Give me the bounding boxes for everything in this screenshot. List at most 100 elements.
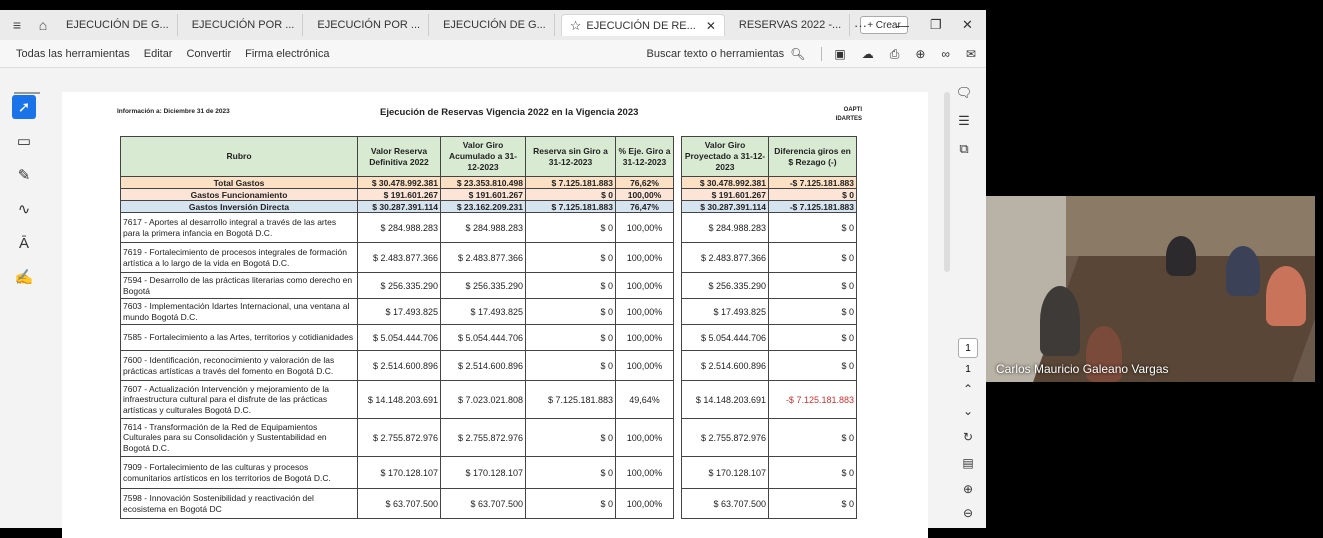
search-zoom-icon[interactable]: ⊕ [915, 47, 925, 61]
table-cell: 7619 - Fortalecimiento de procesos integ… [120, 242, 358, 273]
table-cell: $ 7.125.181.883 [525, 380, 616, 419]
table-row: 7617 - Aportes al desarrollo integral a … [120, 212, 857, 243]
table-row: 7598 - Innovación Sostenibilidad y react… [120, 488, 857, 519]
table-header-row: Rubro Valor Reserva Definitiva 2022 Valo… [120, 136, 857, 177]
table-cell: $ 0 [768, 488, 857, 519]
menu-e-sign[interactable]: Firma electrónica [245, 48, 329, 60]
col-header-diferencia: Diferencia giros en $ Rezago (-) [768, 136, 857, 177]
menu-all-tools[interactable]: Todas las herramientas [16, 48, 130, 60]
tab-3[interactable]: EJECUCIÓN POR ... [309, 14, 430, 36]
star-icon[interactable]: ☆ [570, 18, 582, 34]
menu-convert[interactable]: Convertir [186, 48, 231, 60]
tab-label: EJECUCIÓN POR ... [191, 19, 295, 31]
menu-edit[interactable]: Editar [144, 48, 173, 60]
vertical-scrollbar[interactable] [944, 92, 950, 272]
mail-icon[interactable]: ✉ [966, 47, 976, 61]
table-row: 7614 - Transformación de la Red de Equip… [120, 418, 857, 457]
page-down-icon[interactable]: ⌄ [958, 404, 978, 418]
cell: 76,47% [615, 200, 674, 213]
participant-silhouette [1040, 286, 1080, 356]
table-cell: 49,64% [615, 380, 674, 419]
cell: $ 191.601.267 [681, 188, 769, 201]
more-options-icon[interactable]: ··· [854, 10, 867, 40]
save-icon[interactable]: ▣ [834, 47, 845, 61]
tab-1[interactable]: EJECUCIÓN DE G... [58, 14, 178, 36]
menu-icon[interactable]: ≡ [8, 16, 26, 34]
link-icon[interactable]: ∞ [941, 47, 950, 61]
cell: $ 23.162.209.231 [440, 200, 526, 213]
table-cell: 7909 - Fortalecimiento de las culturas y… [120, 456, 358, 489]
screen: ≡ ⌂ EJECUCIÓN DE G... EJECUCIÓN POR ... … [0, 0, 1323, 538]
table-cell: 100,00% [615, 298, 674, 325]
cell-gap [673, 380, 682, 419]
table-cell: 100,00% [615, 456, 674, 489]
copy-pages-icon[interactable]: ⧉ [953, 138, 975, 160]
tab-4[interactable]: EJECUCIÓN DE G... [435, 14, 555, 36]
zoom-in-icon[interactable]: ⊕ [958, 482, 978, 496]
bookmarks-icon[interactable]: ☰ [953, 110, 975, 132]
table-cell: $ 2.514.600.896 [681, 350, 769, 381]
highlight-pen-icon[interactable]: ✎ [12, 163, 36, 187]
page-up-icon[interactable]: ⌃ [958, 382, 978, 396]
table-cell: $ 0 [768, 324, 857, 351]
signature-icon[interactable]: ✍ [12, 265, 36, 289]
table-cell: $ 0 [525, 324, 616, 351]
cell: $ 30.478.992.381 [357, 176, 441, 189]
tab-2[interactable]: EJECUCIÓN POR ... [184, 14, 304, 36]
col-header-pct: % Eje. Giro a 31-12-2023 [615, 136, 674, 177]
cell: Gastos Inversión Directa [120, 200, 358, 213]
zoom-out-icon[interactable]: ⊖ [958, 506, 978, 520]
table-cell: $ 7.023.021.808 [440, 380, 526, 419]
page-number-input[interactable]: 1 [958, 338, 978, 358]
draw-freehand-icon[interactable]: ∿ [12, 197, 36, 221]
home-icon[interactable]: ⌂ [34, 16, 52, 34]
document-icon[interactable]: ▤ [958, 456, 978, 470]
table-cell: 100,00% [615, 418, 674, 457]
table-cell: 7607 - Actualización Intervención y mejo… [120, 380, 358, 419]
search-tools-label[interactable]: Buscar texto o herramientas [647, 48, 785, 60]
table-row: 7594 - Desarrollo de las prácticas liter… [120, 272, 857, 299]
table-cell: $ 17.493.825 [440, 298, 526, 325]
table-cell: 7585 - Fortalecimiento a las Artes, terr… [120, 324, 358, 351]
pdf-page: Información a: Diciembre 31 de 2023 Ejec… [62, 92, 928, 538]
table-cell: $ 0 [768, 272, 857, 299]
table-cell: $ 0 [525, 212, 616, 243]
tab-label: RESERVAS 2022 -... [738, 19, 842, 31]
refresh-icon[interactable]: ↻ [958, 430, 978, 444]
summary-row-inversion: Gastos Inversión Directa $ 30.287.391.11… [120, 200, 857, 213]
table-cell: $ 2.755.872.976 [357, 418, 441, 457]
comments-panel-icon[interactable]: 🗨︎ [953, 82, 975, 104]
close-tab-icon[interactable]: ✕ [706, 19, 716, 33]
tool-divider [14, 92, 40, 94]
participant-silhouette [1266, 266, 1306, 326]
search-icon[interactable]: 🔍︎ [790, 47, 805, 61]
add-comment-icon[interactable]: ▭ [12, 129, 36, 153]
table-cell: $ 284.988.283 [440, 212, 526, 243]
table-cell: $ 5.054.444.706 [357, 324, 441, 351]
tab-active[interactable]: ☆ EJECUCIÓN DE RE... ✕ [560, 14, 725, 36]
tab-6[interactable]: RESERVAS 2022 -... [731, 14, 851, 36]
table-row: 7603 - Implementación Idartes Internacio… [120, 298, 857, 325]
restore-icon[interactable]: ❐ [930, 10, 942, 40]
cell: Gastos Funcionamiento [120, 188, 358, 201]
table-cell: 100,00% [615, 242, 674, 273]
print-icon[interactable]: ⎙ [890, 47, 900, 62]
minimize-icon[interactable]: — [896, 10, 909, 40]
col-header-proyectado: Valor Giro Proyectado a 31-12-2023 [681, 136, 769, 177]
cell-gap [673, 242, 682, 273]
cell-gap [673, 418, 682, 457]
cell: -$ 7.125.181.883 [768, 176, 857, 189]
cell: $ 191.601.267 [440, 188, 526, 201]
divider [821, 47, 823, 61]
table-cell: $ 5.054.444.706 [681, 324, 769, 351]
table-cell: $ 284.988.283 [681, 212, 769, 243]
table-cell: $ 17.493.825 [681, 298, 769, 325]
cloud-upload-icon[interactable]: ☁ [862, 47, 874, 61]
table-cell: $ 0 [768, 418, 857, 457]
text-box-icon[interactable]: Ā [12, 231, 36, 255]
tab-label: EJECUCIÓN DE G... [443, 19, 546, 31]
tab-label: EJECUCIÓN DE RE... [586, 19, 696, 32]
table-row: 7619 - Fortalecimiento de procesos integ… [120, 242, 857, 273]
close-window-icon[interactable]: ✕ [962, 10, 973, 40]
select-cursor-icon[interactable]: ➚ [12, 95, 36, 119]
